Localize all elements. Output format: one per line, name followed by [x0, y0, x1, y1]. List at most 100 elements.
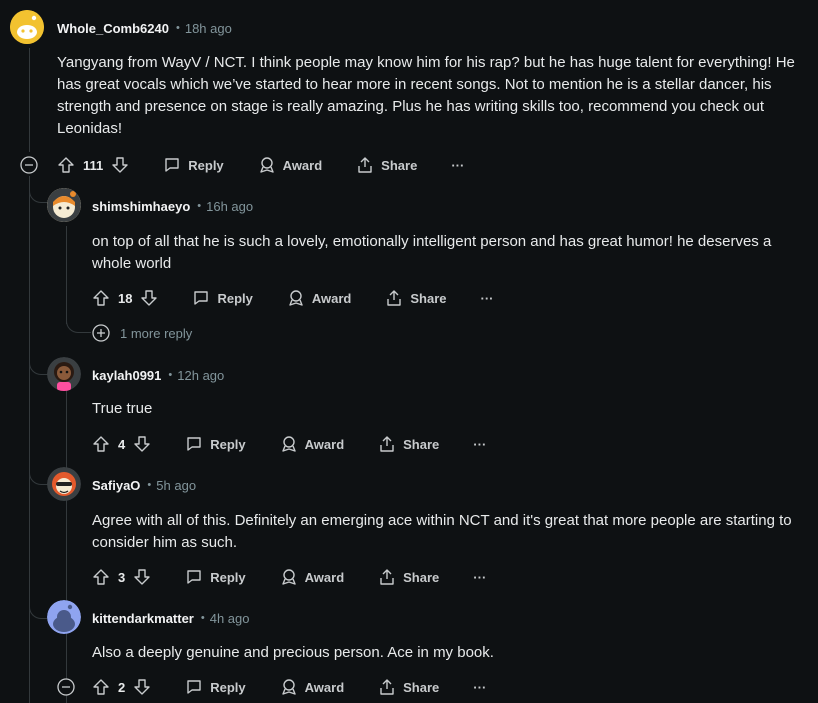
share-icon	[358, 157, 372, 173]
overflow-icon: ···	[473, 679, 487, 695]
thread-elbow	[66, 308, 91, 333]
thread-line-level2[interactable]	[66, 390, 67, 703]
collapse-icon[interactable]	[57, 678, 75, 696]
vote-group: 4	[92, 435, 151, 453]
reply-icon	[165, 158, 179, 172]
avatar[interactable]	[47, 600, 81, 634]
reply-button[interactable]: Reply	[163, 156, 224, 174]
username[interactable]: kaylah0991	[92, 368, 161, 383]
comment-actions: 3 Reply Award Share ···	[92, 565, 486, 589]
thread-line-root[interactable]	[29, 48, 30, 152]
comment-actions: 111 Reply Award Share ···	[57, 153, 464, 177]
share-icon	[380, 436, 394, 452]
award-button[interactable]: Award	[280, 435, 345, 453]
vote-group: 111	[57, 156, 129, 174]
reply-icon	[194, 291, 209, 305]
downvote-icon[interactable]	[111, 156, 129, 174]
share-icon	[387, 290, 402, 306]
share-button[interactable]: Share	[385, 289, 447, 307]
upvote-icon[interactable]	[92, 678, 110, 696]
expand-icon	[92, 324, 110, 342]
thread-line-root-children[interactable]	[29, 176, 30, 703]
share-button[interactable]: Share	[356, 156, 417, 174]
reply-icon	[187, 570, 201, 584]
upvote-icon[interactable]	[92, 289, 110, 307]
award-button[interactable]: Award	[280, 678, 345, 696]
overflow-menu-button[interactable]: ···	[473, 437, 486, 452]
share-button[interactable]: Share	[378, 435, 439, 453]
upvote-icon[interactable]	[92, 568, 110, 586]
comment-body: True true	[92, 400, 153, 417]
award-button[interactable]: Award	[258, 156, 322, 174]
comment-actions: 4 Reply Award Share ···	[92, 432, 486, 456]
vote-group: 3	[92, 568, 151, 586]
award-label: Award	[311, 290, 352, 306]
comment-body: Yangyang from WayV / NCT. I think people…	[57, 54, 795, 137]
more-replies-link[interactable]: 1 more reply	[92, 324, 192, 342]
avatar[interactable]	[47, 188, 81, 222]
collapse-icon[interactable]	[20, 156, 38, 174]
award-label: Award	[304, 436, 345, 452]
username[interactable]: Whole_Comb6240	[57, 21, 169, 36]
vote-count: 111	[83, 157, 104, 173]
share-button[interactable]: Share	[378, 568, 439, 586]
username[interactable]: shimshimhaeyo	[92, 199, 190, 214]
reply-button[interactable]: Reply	[192, 289, 253, 307]
overflow-menu-button[interactable]: ···	[473, 570, 486, 585]
comment-meta: Whole_Comb6240 • 18h ago	[57, 18, 232, 38]
share-label: Share	[403, 679, 440, 695]
username[interactable]: SafiyaO	[92, 478, 140, 493]
comment-meta: shimshimhaeyo • 16h ago	[92, 196, 253, 216]
award-icon	[289, 290, 303, 306]
timestamp[interactable]: 16h ago	[206, 199, 253, 214]
overflow-icon: ···	[480, 290, 494, 306]
timestamp[interactable]: 12h ago	[177, 368, 224, 383]
comment-meta: SafiyaO • 5h ago	[92, 475, 196, 495]
downvote-icon[interactable]	[133, 435, 151, 453]
share-label: Share	[403, 436, 440, 452]
share-label: Share	[381, 157, 418, 173]
reply-label: Reply	[188, 157, 224, 173]
thread-elbow	[29, 176, 48, 203]
overflow-menu-button[interactable]: ···	[481, 291, 494, 306]
overflow-menu-button[interactable]: ···	[473, 680, 486, 695]
timestamp[interactable]: 18h ago	[185, 21, 232, 36]
reply-button[interactable]: Reply	[185, 435, 246, 453]
comment-meta: kaylah0991 • 12h ago	[92, 365, 224, 385]
reply-label: Reply	[210, 679, 246, 695]
comment-actions: 18 Reply Award Share ···	[92, 286, 494, 310]
upvote-icon[interactable]	[92, 435, 110, 453]
timestamp[interactable]: 5h ago	[156, 478, 196, 493]
comment-body: Also a deeply genuine and precious perso…	[92, 644, 494, 661]
reply-button[interactable]: Reply	[185, 568, 246, 586]
share-icon	[380, 569, 394, 585]
thread-elbow	[29, 590, 48, 619]
avatar[interactable]	[47, 467, 81, 501]
award-button[interactable]: Award	[280, 568, 344, 586]
more-replies-label: 1 more reply	[120, 325, 193, 341]
downvote-icon[interactable]	[133, 678, 151, 696]
timestamp[interactable]: 4h ago	[210, 611, 250, 626]
award-label: Award	[304, 679, 345, 695]
upvote-icon[interactable]	[57, 156, 75, 174]
share-button[interactable]: Share	[378, 678, 439, 696]
award-icon	[281, 679, 296, 695]
overflow-icon: ···	[473, 436, 487, 452]
avatar[interactable]	[47, 357, 81, 391]
downvote-icon[interactable]	[140, 289, 158, 307]
overflow-menu-button[interactable]: ···	[451, 158, 464, 173]
downvote-icon[interactable]	[133, 568, 151, 586]
reply-icon	[187, 680, 201, 694]
vote-count: 18	[118, 290, 133, 306]
meta-separator: •	[147, 479, 152, 491]
meta-separator: •	[168, 369, 173, 381]
avatar[interactable]	[10, 10, 44, 44]
reply-button[interactable]: Reply	[185, 678, 246, 696]
share-label: Share	[403, 569, 440, 585]
comment-meta: kittendarkmatter • 4h ago	[92, 608, 250, 628]
comment-body: Agree with all of this. Definitely an em…	[92, 512, 792, 551]
overflow-icon: ···	[451, 157, 465, 173]
award-button[interactable]: Award	[287, 289, 352, 307]
thread-elbow	[29, 456, 48, 485]
username[interactable]: kittendarkmatter	[92, 611, 194, 626]
